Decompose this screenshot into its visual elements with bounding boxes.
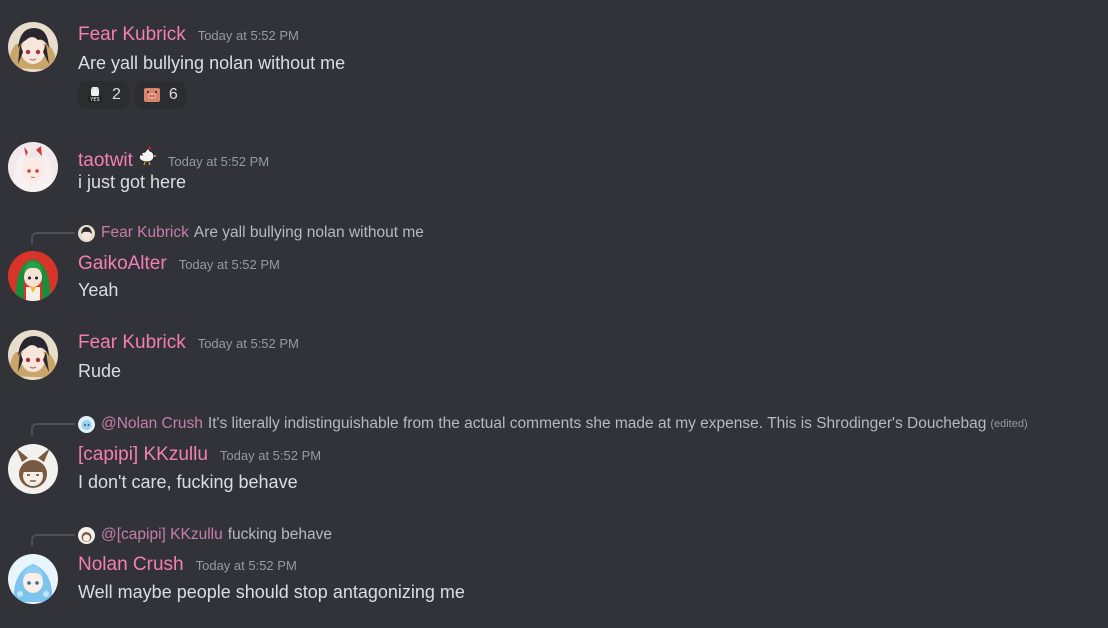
username[interactable]: GaikoAlter <box>78 253 167 275</box>
timestamp: Today at 5:52 PM <box>197 336 299 351</box>
reply-connector <box>31 423 75 435</box>
pig-face-icon <box>143 86 161 104</box>
reply-avatar-icon <box>78 526 95 544</box>
reply-username[interactable]: @[capipi] KKzullu <box>101 526 223 544</box>
reply-avatar-icon <box>78 415 95 433</box>
message-text: i just got here <box>78 172 187 192</box>
message-text: I don't care, fucking behave <box>78 472 298 492</box>
message-text: Are yall bullying nolan without me <box>78 53 346 73</box>
username[interactable]: taotwit <box>78 150 133 172</box>
reply-text: It's literally indistinguishable from th… <box>207 415 987 432</box>
blue-hair-girl-avatar[interactable] <box>8 554 58 604</box>
username[interactable]: [capipi] KKzullu <box>78 444 208 466</box>
edited-label: (edited) <box>990 418 1028 430</box>
reply-text: Are yall bullying nolan without me <box>193 224 424 241</box>
chat-message-list: Fear Kubrick Today at 5:52 PM Are yall b… <box>0 0 1108 628</box>
timestamp: Today at 5:52 PM <box>219 448 322 463</box>
message-text: Rude <box>78 361 122 381</box>
message-text: Well maybe people should stop antagonizi… <box>78 582 465 602</box>
reply-preview[interactable]: Fear Kubrick Are yall bullying nolan wit… <box>78 224 424 242</box>
message-text: Yeah <box>78 280 119 300</box>
timestamp: Today at 5:52 PM <box>167 154 270 169</box>
reply-connector <box>31 534 75 546</box>
reaction-count: 6 <box>168 86 178 103</box>
username[interactable]: Nolan Crush <box>78 554 184 576</box>
reply-avatar-icon <box>78 224 95 242</box>
anime-girl-dark-hair-avatar[interactable] <box>8 330 58 380</box>
reaction-yes[interactable]: YES 2 <box>78 81 129 109</box>
anime-girl-white-hair-avatar[interactable] <box>8 142 58 192</box>
reactions: YES 2 6 <box>78 81 186 109</box>
anime-girl-green-hair-avatar[interactable] <box>8 251 58 301</box>
timestamp: Today at 5:52 PM <box>178 257 280 272</box>
bunny-girl-avatar[interactable] <box>8 444 58 494</box>
yes-sticker-icon: YES <box>86 86 104 104</box>
reply-username[interactable]: @Nolan Crush <box>101 415 203 433</box>
username[interactable]: Fear Kubrick <box>78 332 186 354</box>
timestamp: Today at 5:52 PM <box>195 558 297 573</box>
anime-girl-dark-hair-avatar[interactable] <box>8 22 58 72</box>
svg-text:YES: YES <box>89 97 99 103</box>
reply-preview[interactable]: @Nolan Crush It's literally indistinguis… <box>78 415 1028 433</box>
reply-text: fucking behave <box>227 526 332 543</box>
reply-connector <box>31 232 75 244</box>
reaction-pig[interactable]: 6 <box>134 81 186 109</box>
rooster-icon <box>136 144 158 171</box>
reaction-count: 2 <box>112 86 121 103</box>
username[interactable]: Fear Kubrick <box>78 24 186 46</box>
timestamp: Today at 5:52 PM <box>197 28 299 43</box>
reply-username[interactable]: Fear Kubrick <box>101 224 189 242</box>
reply-preview[interactable]: @[capipi] KKzullu fucking behave <box>78 526 332 544</box>
